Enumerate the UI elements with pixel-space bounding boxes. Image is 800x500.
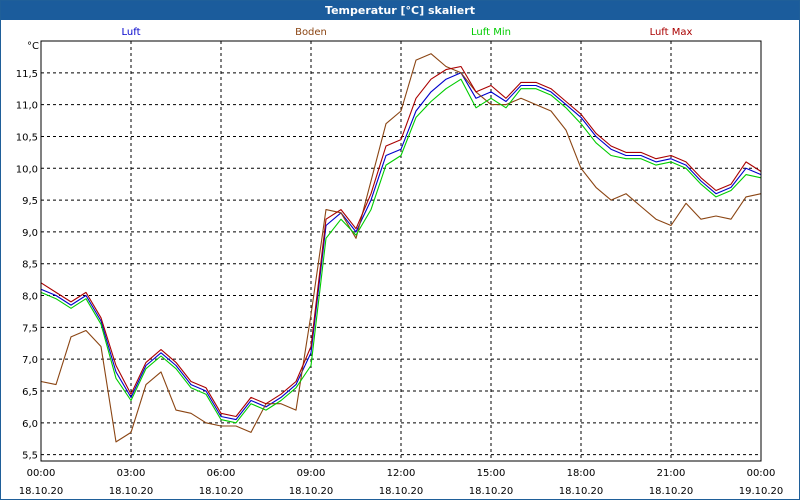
y-tick-label: 9,5 bbox=[22, 196, 38, 207]
x-tick-time: 21:00 bbox=[657, 468, 686, 479]
grid bbox=[41, 41, 761, 461]
legend-item: Luft Max bbox=[650, 27, 693, 38]
legend-item: Luft Min bbox=[471, 27, 511, 38]
x-tick-time: 00:00 bbox=[747, 468, 776, 479]
x-tick-time: 15:00 bbox=[477, 468, 506, 479]
x-tick-time: 18:00 bbox=[567, 468, 596, 479]
y-tick-label: 8,5 bbox=[22, 260, 38, 271]
y-axis: °C 5,5 6,0 6,5 7,0 7,5 8,0 8,5 9,0 9,5 10,0 10,5 11… bbox=[16, 41, 39, 462]
legend-item: Luft bbox=[122, 27, 141, 38]
x-axis: 00:00 18.10.20 03:00 18.10.20 06:00 18.10.20 0… bbox=[19, 468, 784, 497]
x-tick-time: 12:00 bbox=[387, 468, 416, 479]
chart-window: Temperatur [°C] skaliert Luft Boden Luft M… bbox=[0, 0, 800, 500]
y-tick-label: 7,0 bbox=[22, 355, 38, 366]
x-tick-time: 06:00 bbox=[207, 468, 236, 479]
y-tick-label: 8,0 bbox=[22, 292, 38, 303]
y-tick-label: 7,5 bbox=[22, 323, 38, 334]
y-tick-label: 10,0 bbox=[16, 164, 38, 175]
y-tick-label: 6,5 bbox=[22, 387, 38, 398]
x-tick-time: 03:00 bbox=[117, 468, 146, 479]
y-tick-label: 10,5 bbox=[16, 132, 38, 143]
x-tick-date: 18.10.20 bbox=[19, 486, 64, 497]
x-tick-time: 09:00 bbox=[297, 468, 326, 479]
legend: Luft Boden Luft Min Luft Max bbox=[122, 27, 693, 38]
x-tick-date: 18.10.20 bbox=[559, 486, 604, 497]
temperature-chart: Luft Boden Luft Min Luft Max °C 5,5 6,0 6,5 7,… bbox=[16, 27, 784, 497]
x-tick-date: 18.10.20 bbox=[199, 486, 244, 497]
y-tick-label: 11,0 bbox=[16, 101, 38, 112]
x-tick-date: 19.10.20 bbox=[739, 486, 784, 497]
x-tick-date: 18.10.20 bbox=[289, 486, 334, 497]
legend-item: Boden bbox=[295, 27, 327, 38]
y-axis-unit: °C bbox=[27, 41, 39, 52]
x-tick-date: 18.10.20 bbox=[379, 486, 424, 497]
x-tick-date: 18.10.20 bbox=[109, 486, 154, 497]
x-tick-time: 00:00 bbox=[27, 468, 56, 479]
y-tick-label: 6,0 bbox=[22, 419, 38, 430]
y-tick-label: 5,5 bbox=[22, 451, 38, 462]
chart-title: Temperatur [°C] skaliert bbox=[1, 1, 799, 20]
x-tick-date: 18.10.20 bbox=[649, 486, 694, 497]
y-tick-label: 11,5 bbox=[16, 69, 38, 80]
x-tick-date: 18.10.20 bbox=[469, 486, 514, 497]
y-tick-label: 9,0 bbox=[22, 228, 38, 239]
